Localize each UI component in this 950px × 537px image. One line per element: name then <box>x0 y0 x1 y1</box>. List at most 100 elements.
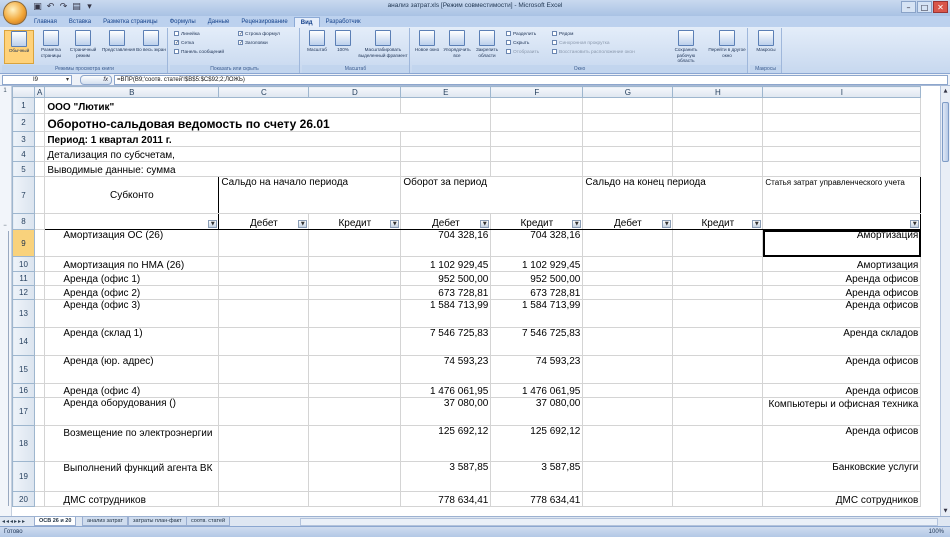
cell[interactable] <box>582 229 674 257</box>
zoom-selection-button[interactable]: Масштабировать выделенный фрагмент <box>358 30 408 58</box>
filter-dropdown-icon[interactable]: ▼ <box>662 220 672 228</box>
scroll-up-icon[interactable]: ▲ <box>941 86 950 96</box>
subkonto-cell[interactable]: Амортизация ОС (26) <box>44 229 220 257</box>
column-header-c[interactable]: C <box>218 86 310 98</box>
cell[interactable] <box>672 383 764 398</box>
turnover-credit-cell[interactable]: 704 328,16 <box>490 229 584 257</box>
page-layout-button[interactable]: Разметка страницы <box>36 30 66 58</box>
cell[interactable] <box>672 97 764 114</box>
cell[interactable] <box>308 299 402 328</box>
freeze-panes-button[interactable]: Закрепить области <box>472 30 502 58</box>
row-header[interactable]: 11 <box>12 271 35 286</box>
row-header[interactable]: 13 <box>12 299 35 328</box>
cell[interactable] <box>33 256 46 272</box>
cell[interactable] <box>33 271 46 286</box>
cell[interactable] <box>672 355 764 384</box>
row-header[interactable]: 17 <box>12 397 35 426</box>
cell[interactable] <box>33 229 46 257</box>
cell[interactable] <box>490 161 584 177</box>
cell[interactable] <box>672 285 764 300</box>
zoom-100-button[interactable]: 100% <box>328 30 358 53</box>
row-header[interactable]: 4 <box>12 146 35 162</box>
split-button[interactable]: Разделить <box>506 31 536 38</box>
column-header-h[interactable]: H <box>672 86 764 98</box>
subkonto-cell[interactable]: Выполнений функций агента ВК <box>44 461 220 492</box>
tab-review[interactable]: Рецензирование <box>235 17 293 27</box>
sheet-tab-analysis[interactable]: анализ затрат <box>82 517 128 526</box>
cell[interactable] <box>33 285 46 300</box>
cell[interactable] <box>490 146 584 162</box>
cell[interactable] <box>490 113 584 132</box>
column-header-b[interactable]: B <box>44 86 220 98</box>
cell[interactable]: ▼ <box>44 213 220 230</box>
cell[interactable] <box>308 285 402 300</box>
cell[interactable] <box>308 397 402 426</box>
cell[interactable] <box>33 146 46 162</box>
cell[interactable] <box>308 461 402 492</box>
cell[interactable] <box>400 131 492 147</box>
cost-item-cell[interactable]: Банковские услуги <box>762 461 922 492</box>
scroll-thumb[interactable] <box>942 102 949 162</box>
row-header[interactable]: 18 <box>12 425 35 462</box>
arrange-all-button[interactable]: Упорядочить все <box>442 30 472 58</box>
cell[interactable] <box>672 397 764 426</box>
sheet-tab-mapping[interactable]: соотв. статей <box>186 517 231 526</box>
cost-item-cell[interactable]: Аренда офисов <box>762 425 922 462</box>
cell[interactable] <box>582 146 674 162</box>
turnover-debit-cell[interactable]: 1 584 713,99 <box>400 299 492 328</box>
cell[interactable] <box>218 271 310 286</box>
cell[interactable] <box>218 327 310 356</box>
switch-windows-button[interactable]: Перейти в другое окно <box>708 30 746 58</box>
cost-item-cell[interactable]: Аренда офисов <box>762 383 922 398</box>
cell[interactable] <box>762 146 922 162</box>
row-header[interactable]: 14 <box>12 327 35 356</box>
office-button[interactable] <box>3 1 27 25</box>
scroll-down-icon[interactable]: ▼ <box>941 506 950 516</box>
horizontal-scrollbar[interactable] <box>300 518 938 526</box>
side-by-side-button[interactable]: Рядом <box>552 31 573 38</box>
macros-button[interactable]: Макросы <box>751 30 781 53</box>
report-title[interactable]: Оборотно-сальдовая ведомость по счету 26… <box>44 113 492 132</box>
column-header-e[interactable]: E <box>400 86 492 98</box>
filter-dropdown-icon[interactable]: ▼ <box>572 220 582 228</box>
turnover-debit-cell[interactable]: 7 546 725,83 <box>400 327 492 356</box>
header-closing-credit[interactable]: Кредит ▼ <box>672 213 764 230</box>
header-opening-balance[interactable]: Сальдо на начало периода <box>218 176 402 214</box>
turnover-debit-cell[interactable]: 3 587,85 <box>400 461 492 492</box>
row-header[interactable]: 15 <box>12 355 35 384</box>
cell[interactable] <box>672 491 764 507</box>
tab-view[interactable]: Вид <box>293 17 320 27</box>
cell[interactable] <box>33 397 46 426</box>
row-header[interactable]: 10 <box>12 256 35 272</box>
turnover-credit-cell[interactable]: 952 500,00 <box>490 271 584 286</box>
sheet-tab-plan-fact[interactable]: затраты план-факт <box>128 517 187 526</box>
column-header-f[interactable]: F <box>490 86 584 98</box>
cell[interactable] <box>308 383 402 398</box>
cell[interactable] <box>582 131 674 147</box>
zoom-level[interactable]: 100% <box>929 528 944 537</box>
cell[interactable] <box>582 113 674 132</box>
turnover-debit-cell[interactable]: 704 328,16 <box>400 229 492 257</box>
cell[interactable] <box>582 461 674 492</box>
turnover-debit-cell[interactable]: 952 500,00 <box>400 271 492 286</box>
normal-view-button[interactable]: Обычный <box>4 30 34 64</box>
column-header-a[interactable]: A <box>33 86 46 98</box>
header-subkonto[interactable]: Субконто <box>44 176 220 214</box>
cell[interactable] <box>672 146 764 162</box>
header-turnover[interactable]: Оборот за период <box>400 176 584 214</box>
turnover-credit-cell[interactable]: 1 584 713,99 <box>490 299 584 328</box>
report-period[interactable]: Период: 1 квартал 2011 г. <box>44 131 402 147</box>
formula-input[interactable]: =ВПР(B9;'соотв. статей'!$B$5:$C$92;2;ЛОЖ… <box>114 75 948 85</box>
cell[interactable] <box>308 271 402 286</box>
cell[interactable] <box>582 299 674 328</box>
cell[interactable] <box>33 161 46 177</box>
cell[interactable] <box>308 355 402 384</box>
headings-checkbox[interactable]: ✓ Заголовки <box>238 40 268 47</box>
filter-dropdown-icon[interactable]: ▼ <box>390 220 400 228</box>
turnover-credit-cell[interactable]: 37 080,00 <box>490 397 584 426</box>
row-header[interactable]: 2 <box>12 113 35 132</box>
turnover-credit-cell[interactable]: 778 634,41 <box>490 491 584 507</box>
save-workspace-button[interactable]: Сохранить рабочую область <box>668 30 704 64</box>
new-window-button[interactable]: Новое окно <box>412 30 442 53</box>
cell[interactable] <box>762 97 922 114</box>
